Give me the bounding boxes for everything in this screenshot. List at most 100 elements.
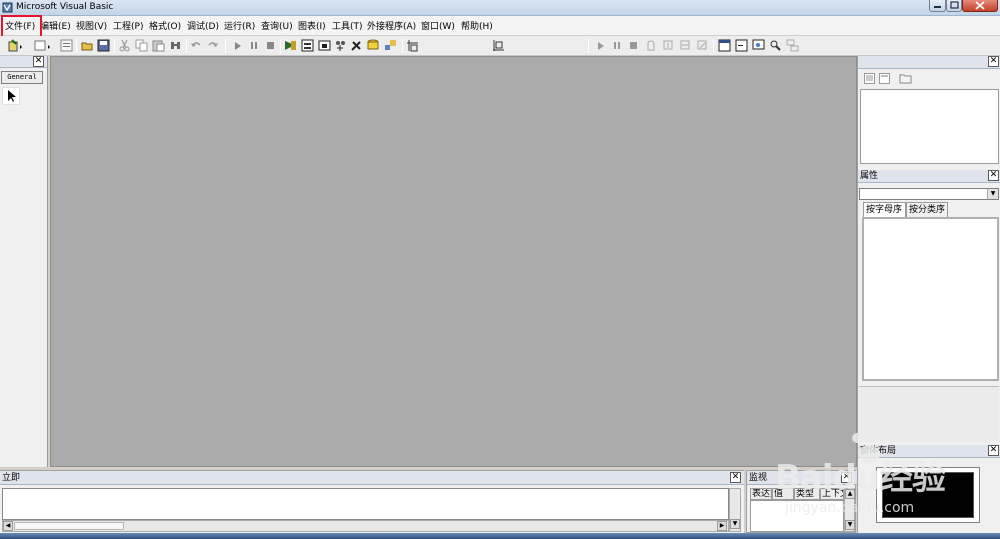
locals-window-icon[interactable]: [718, 39, 731, 52]
pointer-icon: [8, 90, 16, 102]
scroll-down-icon[interactable]: ▼: [730, 519, 740, 529]
open-project-icon[interactable]: [81, 39, 94, 52]
minimize-button[interactable]: [929, 0, 946, 12]
save-icon[interactable]: [97, 39, 110, 52]
find-icon[interactable]: [169, 39, 182, 52]
view-code-icon[interactable]: [864, 73, 875, 84]
project-explorer-icon[interactable]: [284, 39, 297, 52]
tab-alphabetic[interactable]: 按字母序: [863, 202, 906, 217]
step-over-icon[interactable]: [679, 39, 692, 52]
toggle-folders-icon[interactable]: [899, 72, 913, 84]
vertical-scrollbar[interactable]: ▼: [729, 488, 741, 532]
title-bar: Microsoft Visual Basic: [0, 0, 1000, 16]
call-stack-icon[interactable]: [786, 39, 799, 52]
property-grid[interactable]: [862, 217, 999, 381]
scroll-left-icon[interactable]: ◀: [3, 521, 13, 531]
immediate-window: 立即 ✕ ◀ ▶ ▼: [0, 470, 744, 533]
project-tree[interactable]: [860, 89, 999, 164]
toolbar-separator: [588, 39, 589, 53]
add-form-icon[interactable]: [34, 39, 52, 52]
baidu-watermark: Baidu经验 jingyan.baidu.com: [765, 430, 965, 520]
debug-break-icon[interactable]: [611, 39, 624, 52]
object-browser-icon[interactable]: [334, 39, 347, 52]
immediate-close-icon[interactable]: ✕: [730, 472, 741, 483]
position-indicator-icon: [407, 40, 418, 52]
immediate-title: 立即: [2, 473, 21, 483]
scroll-thumb[interactable]: [14, 522, 124, 530]
menu-window[interactable]: 窗口(W): [421, 19, 455, 32]
tab-categorized[interactable]: 按分类序: [906, 202, 948, 217]
toolbox-panel: ✕ General: [0, 56, 48, 467]
menu-help[interactable]: 帮助(H): [461, 19, 493, 32]
break-icon[interactable]: [248, 39, 261, 52]
toolbox-icon[interactable]: [350, 39, 363, 52]
toolbar-separator: [76, 39, 77, 53]
scroll-down-icon[interactable]: ▼: [845, 520, 855, 530]
form-layout-close-icon[interactable]: ✕: [988, 445, 999, 456]
properties-header: 属性 ✕: [858, 170, 1000, 183]
taskbar: [0, 533, 1000, 539]
menu-project[interactable]: 工程(P): [113, 19, 143, 32]
paste-icon[interactable]: [152, 39, 165, 52]
toggle-breakpoint-icon[interactable]: [645, 39, 658, 52]
immediate-text-area[interactable]: [2, 488, 729, 520]
menu-diagram[interactable]: 图表(I): [298, 19, 326, 32]
menu-edit[interactable]: 编辑(E): [40, 19, 71, 32]
toolbar-separator: [186, 39, 187, 53]
menu-query[interactable]: 查询(U): [261, 19, 293, 32]
menu-run[interactable]: 运行(R): [224, 19, 255, 32]
scroll-right-icon[interactable]: ▶: [717, 521, 727, 531]
form-layout-icon[interactable]: [318, 39, 331, 52]
pointer-tool[interactable]: [2, 87, 20, 105]
menu-bar: 文件(F) 编辑(E) 视图(V) 工程(P) 格式(O) 调试(D) 运行(R…: [0, 16, 1000, 36]
horizontal-scrollbar[interactable]: ◀ ▶: [2, 520, 729, 532]
toolbar-separator: [713, 39, 714, 53]
restore-button[interactable]: [946, 0, 962, 12]
toolbar-separator: [402, 39, 403, 53]
vb-app-icon: [2, 2, 13, 13]
project-close-icon[interactable]: ✕: [988, 56, 999, 67]
copy-icon[interactable]: [135, 39, 148, 52]
toolbar-separator: [280, 39, 281, 53]
menu-view[interactable]: 视图(V): [76, 19, 107, 32]
window-title: Microsoft Visual Basic: [16, 2, 114, 12]
view-object-icon[interactable]: [879, 73, 890, 84]
cut-icon[interactable]: [118, 39, 131, 52]
add-project-icon[interactable]: [8, 39, 24, 52]
menu-debug[interactable]: 调试(D): [187, 19, 219, 32]
toolbar-separator: [225, 39, 226, 53]
properties-window-icon[interactable]: [301, 39, 314, 52]
menu-addins[interactable]: 外接程序(A): [367, 19, 416, 32]
toolbox-close-icon[interactable]: ✕: [33, 56, 44, 67]
debug-start-icon[interactable]: [594, 39, 607, 52]
quick-watch-icon[interactable]: [769, 39, 782, 52]
toolbox-general-tab[interactable]: General: [1, 71, 43, 84]
watch-window-icon[interactable]: [752, 39, 765, 52]
component-manager-icon[interactable]: [384, 39, 397, 52]
watermark-url: jingyan.baidu.com: [785, 500, 915, 516]
standard-toolbar: [0, 36, 1000, 56]
menu-tools[interactable]: 工具(T): [332, 19, 363, 32]
menu-editor-icon[interactable]: [60, 39, 73, 52]
undo-icon[interactable]: [190, 39, 203, 52]
project-explorer-header: ✕: [858, 56, 1000, 69]
redo-icon[interactable]: [206, 39, 219, 52]
start-icon[interactable]: [231, 39, 244, 52]
mdi-workspace: [50, 56, 857, 467]
debug-end-icon[interactable]: [627, 39, 640, 52]
end-icon[interactable]: [264, 39, 277, 52]
step-into-icon[interactable]: [662, 39, 675, 52]
menu-file-highlight: [1, 15, 42, 38]
toolbar-separator: [114, 39, 115, 53]
toolbox-header: ✕: [0, 56, 47, 68]
properties-title: 属性: [860, 171, 879, 181]
immediate-header: 立即 ✕: [0, 471, 744, 485]
object-select[interactable]: ▼: [859, 188, 999, 200]
close-window-button[interactable]: [962, 0, 998, 12]
properties-close-icon[interactable]: ✕: [988, 170, 999, 181]
immediate-window-icon[interactable]: [735, 39, 748, 52]
step-out-icon[interactable]: [696, 39, 709, 52]
chevron-down-icon[interactable]: ▼: [987, 189, 998, 199]
data-view-icon[interactable]: [367, 39, 380, 52]
menu-format[interactable]: 格式(O): [149, 19, 181, 32]
